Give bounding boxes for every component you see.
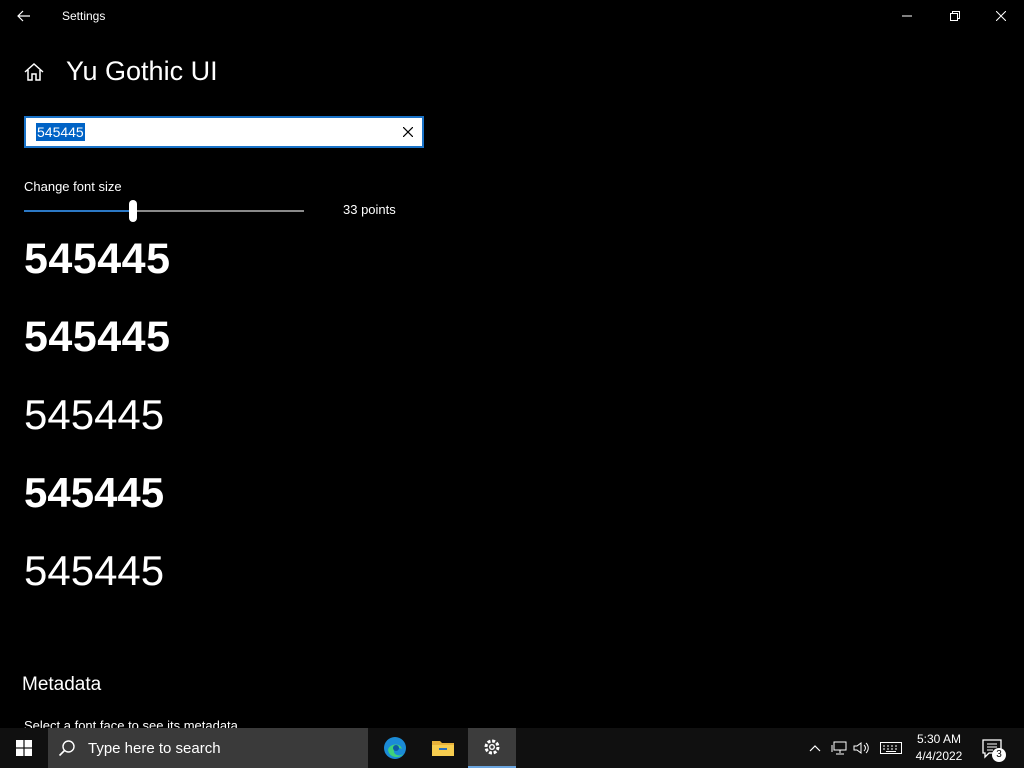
metadata-heading: Metadata xyxy=(22,674,102,695)
preview-light: 545445 xyxy=(24,391,165,438)
preview-bold: 545445 xyxy=(24,235,171,283)
start-button[interactable] xyxy=(0,728,48,768)
close-icon xyxy=(996,11,1006,21)
close-button[interactable] xyxy=(978,0,1024,32)
back-button[interactable] xyxy=(8,2,40,30)
window-title: Settings xyxy=(62,9,106,23)
clear-x-icon xyxy=(403,127,413,137)
keyboard-icon xyxy=(880,742,902,754)
page-title: Yu Gothic UI xyxy=(66,56,218,86)
search-placeholder: Type here to search xyxy=(88,740,221,757)
home-icon[interactable] xyxy=(22,60,46,84)
preview-semibold: 545445 xyxy=(24,469,165,516)
volume-icon xyxy=(853,742,869,754)
notification-count-badge: 3 xyxy=(992,748,1006,762)
edge-icon xyxy=(384,737,406,759)
taskbar-file-explorer[interactable] xyxy=(419,728,467,768)
preview-bold-2: 545445 xyxy=(24,313,171,361)
preview-regular: 545445 xyxy=(24,547,165,594)
clock[interactable]: 5:30 AM 4/4/2022 xyxy=(912,731,966,765)
restore-button[interactable] xyxy=(932,0,978,32)
minimize-button[interactable] xyxy=(884,0,930,32)
taskbar-search-box[interactable]: Type here to search xyxy=(48,728,368,768)
clear-text-button[interactable] xyxy=(400,124,416,140)
settings-gear-icon xyxy=(484,739,500,755)
tray-chevron[interactable] xyxy=(806,740,824,756)
taskbar-settings[interactable] xyxy=(468,728,516,768)
taskbar-edge[interactable] xyxy=(371,728,419,768)
windows-logo-icon xyxy=(16,740,32,756)
slider-thumb[interactable] xyxy=(129,200,137,222)
tray-network[interactable] xyxy=(830,740,848,756)
restore-icon xyxy=(950,11,960,21)
tray-volume[interactable] xyxy=(853,740,871,756)
tray-keyboard[interactable] xyxy=(879,740,903,756)
title-bar: Settings xyxy=(0,0,1024,32)
font-size-value: 33 points xyxy=(343,202,396,217)
network-icon xyxy=(831,741,847,755)
slider-fill xyxy=(24,210,133,212)
minimize-icon xyxy=(902,15,912,17)
font-size-slider[interactable] xyxy=(24,198,304,224)
clock-date: 4/4/2022 xyxy=(915,749,963,763)
taskbar: Type here to search 5:30 AM 4/4/2022 3 xyxy=(0,728,1024,768)
sample-text-input[interactable]: 545445 xyxy=(24,116,424,148)
sample-text-value[interactable]: 545445 xyxy=(36,123,85,141)
back-arrow-icon xyxy=(17,10,30,22)
file-explorer-icon xyxy=(432,741,454,756)
chevron-up-icon xyxy=(809,745,821,752)
clock-time: 5:30 AM xyxy=(916,732,962,746)
font-size-label: Change font size xyxy=(24,179,122,194)
search-icon xyxy=(58,740,75,757)
